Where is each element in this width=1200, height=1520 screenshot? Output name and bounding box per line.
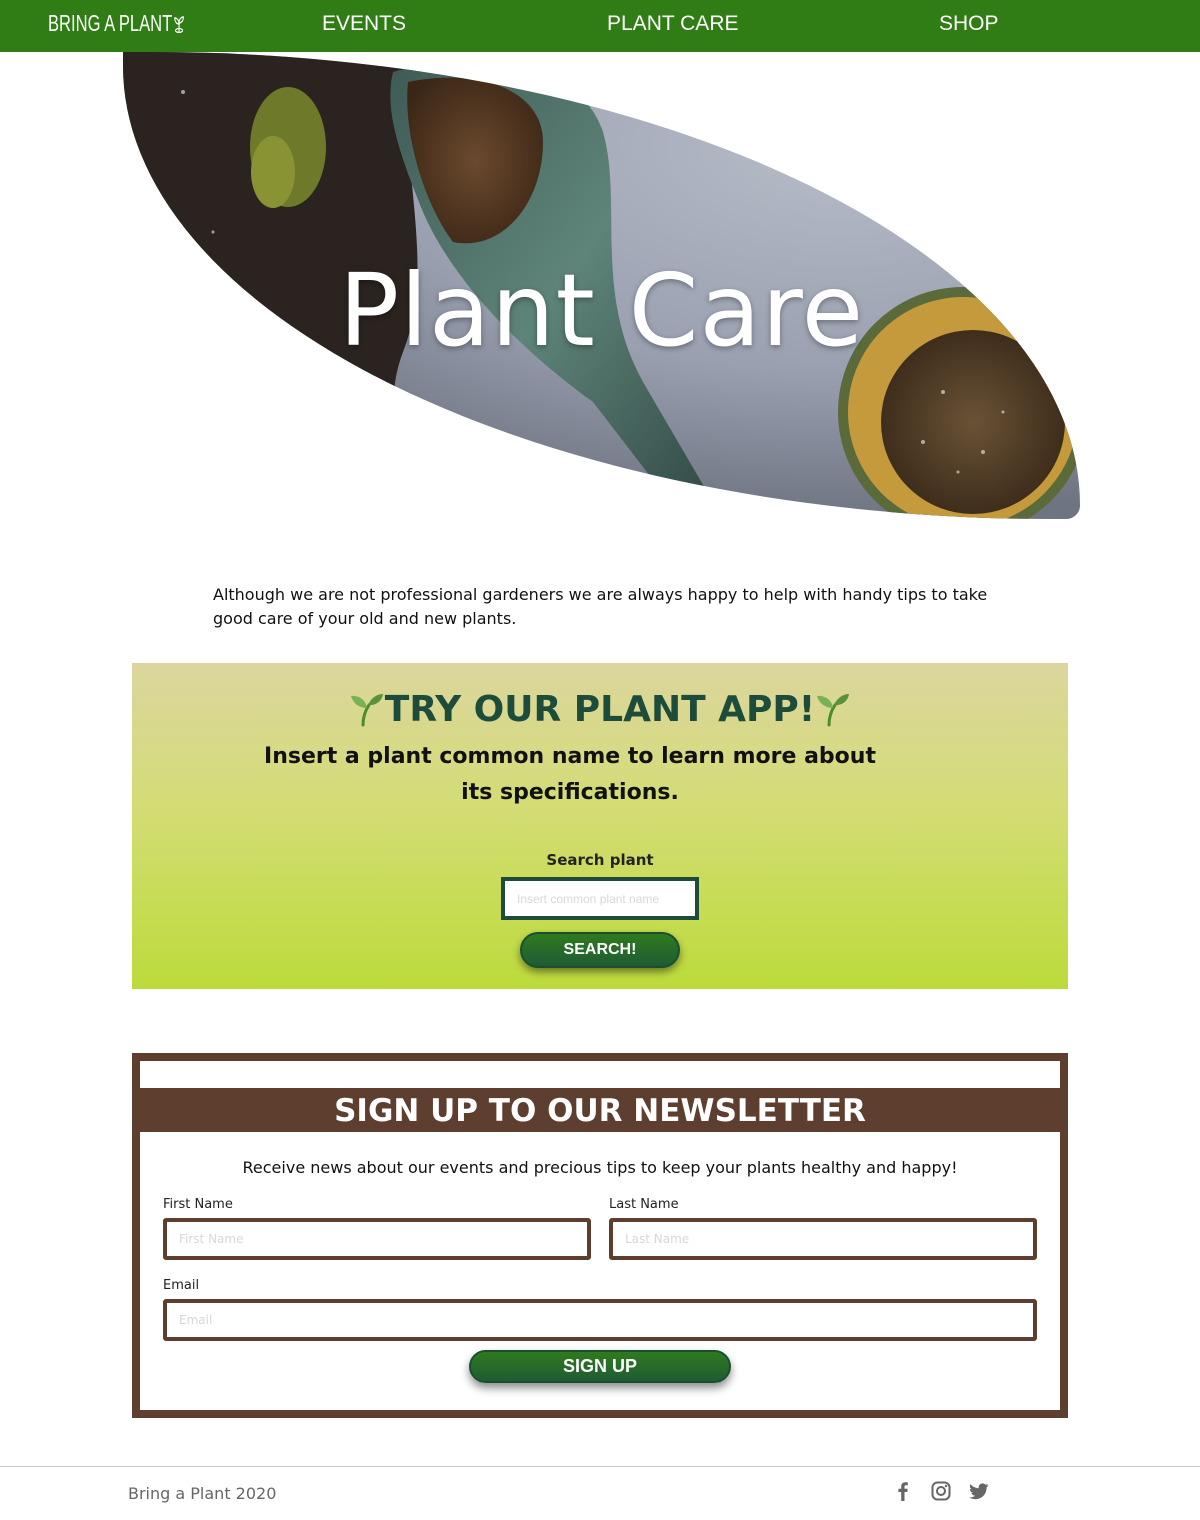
first-name-field[interactable] [163,1218,591,1260]
search-plant-input[interactable] [501,877,699,920]
email-label: Email [163,1278,200,1293]
sign-up-button[interactable]: SIGN UP [469,1350,731,1383]
twitter-icon[interactable] [968,1480,990,1502]
sprout-logo-icon [173,15,184,33]
seedling-icon [817,694,850,727]
search-plant-label: Search plant [546,851,654,869]
seedling-icon [350,694,383,727]
last-name-label: Last Name [609,1197,679,1212]
intro-text: Although we are not professional gardene… [213,585,988,628]
logo[interactable]: BRING A PLANT [48,10,184,37]
newsletter-description: Receive news about our events and precio… [242,1158,958,1177]
footer-divider [0,1466,1200,1467]
facebook-icon[interactable] [892,1480,914,1502]
logo-text: BRING A PLANT [48,10,173,36]
nav-link-plant-care[interactable]: PLANT CARE [607,12,739,36]
plant-app-section: TRY OUR PLANT APP! Insert a plant common… [132,663,1068,989]
instagram-icon[interactable] [930,1480,952,1502]
footer-copyright: Bring a Plant 2020 [128,1484,277,1503]
plant-app-subtitle: Insert a plant common name to learn more… [264,744,876,805]
email-field[interactable] [163,1299,1037,1341]
plant-app-title-text: TRY OUR PLANT APP! [384,689,816,730]
nav-link-shop[interactable]: SHOP [939,12,999,36]
first-name-label: First Name [163,1197,233,1212]
search-button[interactable]: SEARCH! [520,932,680,968]
hero-title: Plant Care [338,252,865,369]
nav-link-events[interactable]: EVENTS [322,12,406,36]
last-name-field[interactable] [609,1218,1037,1260]
hero-banner: Plant Care [123,52,1080,519]
newsletter-section: SIGN UP TO OUR NEWSLETTER Receive news a… [132,1053,1068,1418]
plant-app-title: TRY OUR PLANT APP! [132,689,1068,730]
navbar: BRING A PLANT EVENTS PLANT CARE SHOP [0,0,1200,52]
newsletter-title: SIGN UP TO OUR NEWSLETTER [140,1088,1060,1132]
